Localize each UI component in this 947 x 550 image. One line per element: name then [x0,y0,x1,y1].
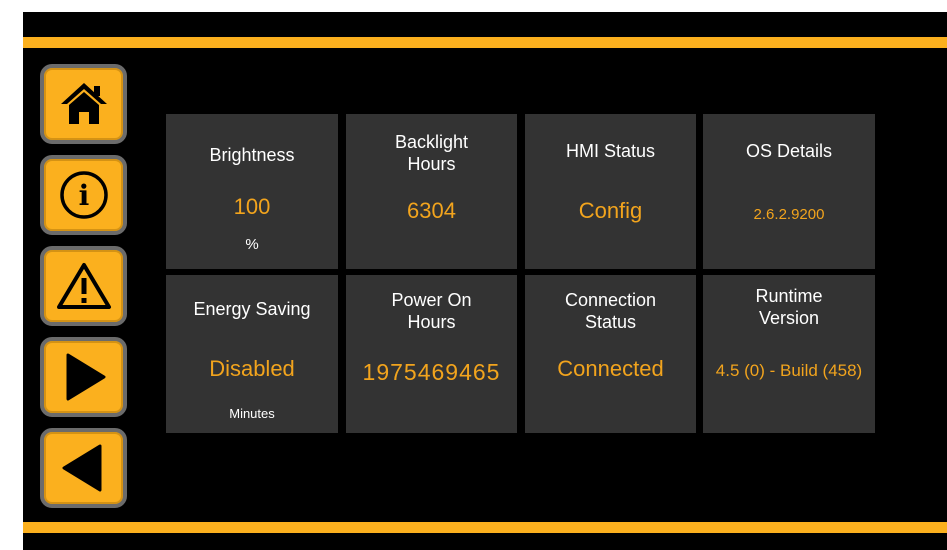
backlight-hours-value: 6304 [407,198,456,223]
connection-status-value: Connected [557,356,664,381]
energy-saving-unit: Minutes [229,406,275,421]
info-icon: i [59,171,108,219]
warning-icon [56,263,111,309]
os-details-tile: OS Details 2.6.2.9200 [703,114,875,269]
brightness-tile: Brightness 100 % [166,114,338,269]
brightness-unit: % [245,236,259,253]
os-details-label: OS Details [745,141,833,161]
home-button[interactable] [40,64,127,144]
runtime-version-tile: Runtime Version 4.5 (0) - Build (458) [703,275,875,433]
energy-saving-value: Disabled [209,356,295,381]
info-button[interactable]: i [40,155,127,235]
play-right-icon [66,353,105,401]
hmi-status-label: HMI Status [565,141,656,161]
connection-status-label: Connection Status [564,290,657,332]
brightness-label: Brightness [209,145,295,165]
back-left-icon [62,444,101,492]
power-on-hours-label: Power On Hours [391,290,472,332]
back-button[interactable] [40,428,127,508]
energy-saving-label: Energy Saving [193,299,311,319]
top-accent-stripe [23,37,947,48]
hmi-status-tile: HMI Status Config [525,114,696,269]
power-on-hours-value: 1975469465 [362,359,501,385]
runtime-version-label: Runtime Version [755,286,823,328]
brightness-value: 100 [233,194,271,219]
power-on-hours-tile: Power On Hours 1975469465 [346,275,517,433]
bottom-accent-stripe [23,522,947,533]
backlight-hours-label: Backlight Hours [394,132,469,174]
forward-button[interactable] [40,337,127,417]
home-icon [60,83,107,124]
backlight-hours-tile: Backlight Hours 6304 [346,114,517,269]
svg-text:i: i [78,179,89,212]
os-details-value: 2.6.2.9200 [753,206,825,223]
hmi-status-value: Config [578,198,643,223]
energy-saving-tile: Energy Saving Disabled Minutes [166,275,338,433]
connection-status-tile: Connection Status Connected [525,275,696,433]
runtime-version-value: 4.5 (0) - Build (458) [715,361,863,380]
warning-button[interactable] [40,246,127,326]
hmi-screen: i Brightness 100 % Backlight Hours 6304 … [23,12,947,550]
